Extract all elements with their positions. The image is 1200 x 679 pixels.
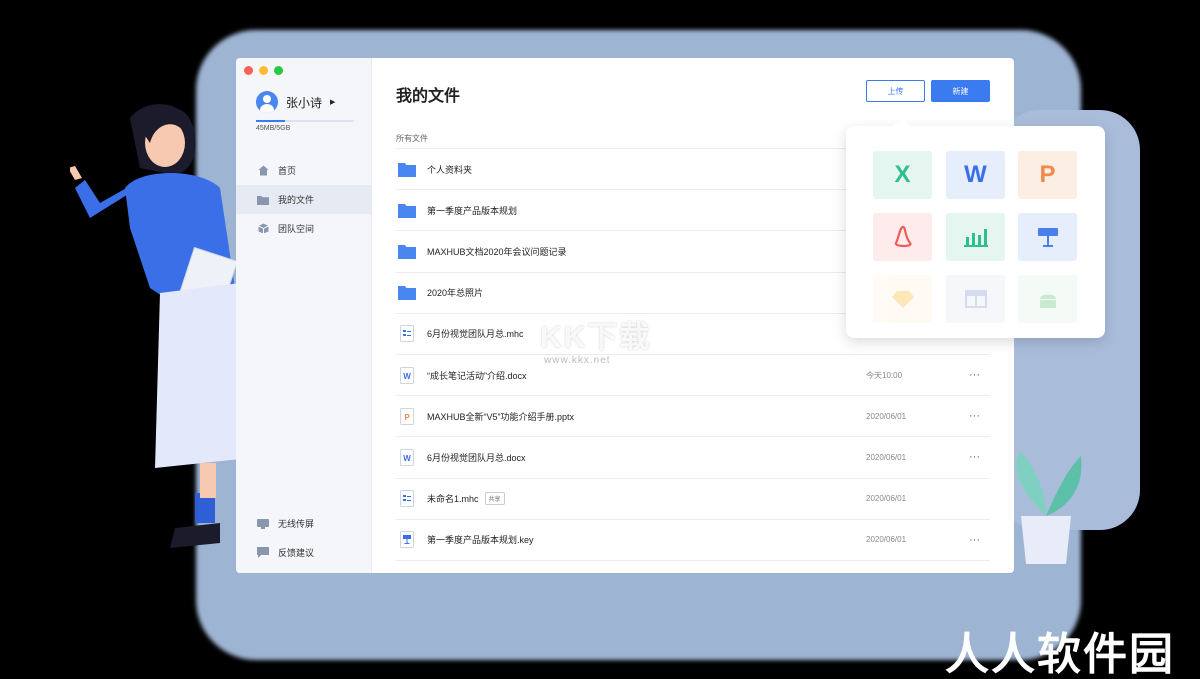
sidebar-item-label: 我的文件 — [278, 195, 315, 205]
chart-icon — [963, 229, 988, 247]
new-button[interactable]: 新建 — [931, 80, 990, 102]
file-date: 今天10:00 — [866, 370, 903, 380]
corner-watermark: 人人软件园 — [945, 630, 1175, 679]
svg-text:P: P — [404, 413, 410, 422]
user-name: 张小诗 — [286, 95, 323, 110]
new-keynote-tile[interactable] — [1018, 213, 1077, 261]
sidebar-item-label: 首页 — [278, 166, 297, 176]
keynote-icon — [1037, 228, 1058, 247]
more-options-button[interactable]: ··· — [969, 410, 980, 422]
new-pdf-tile[interactable] — [873, 213, 932, 261]
file-name: MAXHUB全新“V5”功能介绍手册.pptx — [427, 411, 575, 422]
file-row[interactable]: 第一季度产品版本规划.key 2020/06/01 ··· — [396, 520, 990, 561]
file-date: 2020/06/01 — [866, 535, 907, 545]
folder-icon — [398, 160, 416, 178]
pdf-icon — [894, 225, 912, 248]
storage-quota-fill — [256, 120, 286, 122]
sidebar-item-screen-cast[interactable]: 无线传屏 — [236, 509, 372, 538]
sidebar-nav: 首页 我的文件 团队空间 — [236, 156, 372, 243]
layout-icon — [964, 290, 987, 308]
folder-icon — [398, 201, 416, 219]
sidebar-bottom: 无线传屏 反馈建议 — [236, 509, 372, 567]
new-word-tile[interactable]: W — [946, 151, 1005, 199]
more-options-button[interactable]: ··· — [969, 534, 980, 546]
plant-illustration — [1016, 451, 1082, 564]
storage-quota-bar — [256, 120, 354, 122]
folder-icon — [398, 242, 416, 260]
sidebar-item-team-space[interactable]: 团队空间 — [236, 214, 372, 243]
window-controls — [244, 66, 283, 75]
file-row[interactable]: 未命名1.mhc 共享 2020/06/01 — [396, 479, 990, 520]
breadcrumb: 所有文件 — [396, 134, 428, 143]
sidebar-item-label: 团队空间 — [278, 224, 315, 234]
excel-icon: X — [894, 161, 911, 188]
shared-badge: 共享 — [484, 492, 505, 506]
watermark-url: www.kkx.net — [544, 355, 611, 366]
file-row[interactable]: W 6月份视觉团队月总.docx 2020/06/01 ··· — [396, 437, 990, 479]
folder-icon — [257, 194, 269, 205]
svg-text:W: W — [403, 454, 411, 463]
girl-illustration — [70, 104, 250, 548]
file-name: MAXHUB文档2020年会议问题记录 — [427, 246, 567, 257]
android-icon — [1039, 294, 1056, 308]
cube-icon — [257, 223, 269, 234]
new-file-menu: X W P — [846, 126, 1105, 338]
file-name: 第一季度产品版本规划.key — [427, 535, 534, 546]
close-window-button[interactable] — [244, 66, 253, 75]
file-row[interactable]: W “成长笔记活动”介绍.docx 今天10:00 ··· — [396, 355, 990, 397]
home-icon — [257, 165, 269, 176]
avatar — [256, 91, 278, 113]
sidebar-item-home[interactable]: 首页 — [236, 156, 372, 185]
file-name: 个人资料夹 — [427, 164, 473, 175]
file-name: 未命名1.mhc — [427, 494, 479, 505]
word-icon: W — [964, 161, 987, 188]
watermark-logo: KK下载 — [540, 321, 652, 354]
file-name: 6月份视觉团队月总.docx — [427, 452, 526, 463]
caret-right-icon: ▶ — [330, 99, 336, 106]
new-android-tile[interactable] — [1018, 275, 1077, 323]
word-file-icon: W — [398, 448, 416, 466]
keynote-file-icon — [398, 531, 416, 549]
upload-button[interactable]: 上传 — [866, 80, 925, 102]
svg-text:W: W — [403, 372, 411, 381]
user-profile[interactable]: 张小诗 ▶ — [256, 91, 335, 113]
page-title: 我的文件 — [396, 88, 461, 105]
word-file-icon: W — [398, 366, 416, 384]
file-row[interactable]: P MAXHUB全新“V5”功能介绍手册.pptx 2020/06/01 ··· — [396, 396, 990, 438]
file-name: 6月份视觉团队月总.mhc — [427, 329, 524, 340]
folder-icon — [398, 284, 416, 302]
more-options-button[interactable]: ··· — [969, 451, 980, 463]
sidebar-item-label: 反馈建议 — [278, 548, 315, 558]
screen-cast-icon — [257, 518, 269, 529]
mhc-file-icon — [398, 490, 416, 508]
file-date: 2020/06/01 — [866, 411, 907, 421]
chat-icon — [257, 547, 269, 558]
more-options-button[interactable]: ··· — [969, 369, 980, 381]
new-excel-tile[interactable]: X — [873, 151, 932, 199]
maximize-window-button[interactable] — [274, 66, 283, 75]
new-sketch-tile[interactable] — [873, 275, 932, 323]
mhc-file-icon — [398, 325, 416, 343]
sidebar-item-label: 无线传屏 — [278, 519, 315, 529]
new-powerpoint-tile[interactable]: P — [1018, 151, 1077, 199]
sidebar-item-my-files[interactable]: 我的文件 — [236, 185, 372, 214]
file-date: 2020/06/01 — [866, 494, 907, 504]
new-layout-tile[interactable] — [946, 275, 1005, 323]
ppt-file-icon: P — [398, 407, 416, 425]
file-name: 第一季度产品版本规划 — [427, 205, 518, 216]
minimize-window-button[interactable] — [259, 66, 268, 75]
file-name: 2020年总照片 — [427, 288, 484, 299]
sidebar-item-feedback[interactable]: 反馈建议 — [236, 538, 372, 567]
file-name: “成长笔记活动”介绍.docx — [427, 370, 527, 381]
sketch-icon — [891, 291, 914, 308]
new-chart-tile[interactable] — [946, 213, 1005, 261]
file-date: 2020/06/01 — [866, 452, 907, 462]
powerpoint-icon: P — [1039, 161, 1056, 188]
storage-quota-text: 45MB/5GB — [256, 125, 291, 132]
sidebar: 张小诗 ▶ 45MB/5GB 首页 我的文件 团队空间 无线传屏 反馈建议 — [236, 58, 372, 573]
